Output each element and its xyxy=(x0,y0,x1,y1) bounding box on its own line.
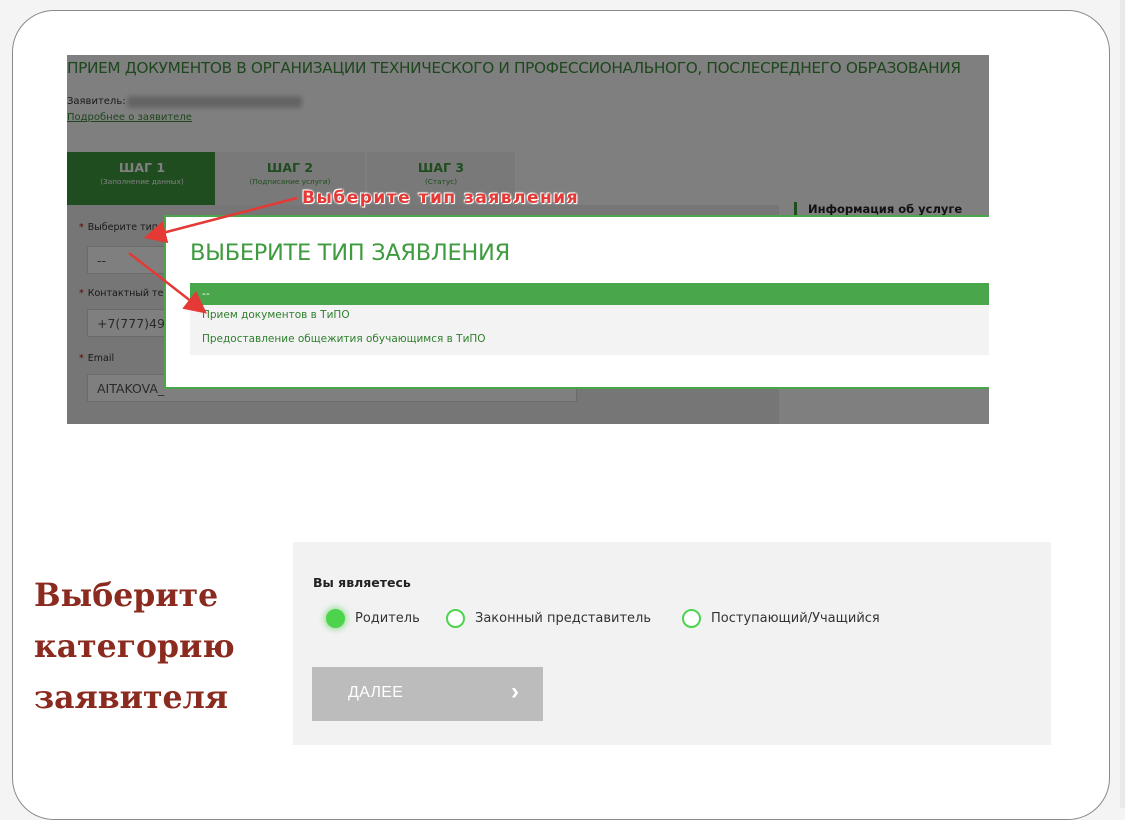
radio-parent[interactable]: Родитель xyxy=(326,608,420,628)
chevron-right-icon: › xyxy=(511,678,519,705)
annotation-arrows xyxy=(128,196,298,314)
arrow-to-option xyxy=(128,252,207,314)
applicant-category-panel: Вы являетесь Родитель Законный представи… xyxy=(293,542,1051,745)
radio-label: Законный представитель xyxy=(475,610,652,626)
category-caption: Выберите категорию заявителя xyxy=(34,570,235,723)
radio-dot xyxy=(446,608,465,628)
caption-line: Выберите xyxy=(34,577,219,614)
radio-applicant-student[interactable]: Поступающий/Учащийся xyxy=(682,608,880,628)
applicant-question: Вы являетесь xyxy=(313,575,411,590)
radio-dot xyxy=(682,608,701,628)
radio-legal-representative[interactable]: Законный представитель xyxy=(446,608,651,628)
radio-label: Родитель xyxy=(355,610,420,626)
next-button-label: ДАЛЕЕ xyxy=(348,684,404,701)
screenshot-application-form: ПРИЕМ ДОКУМЕНТОВ В ОРГАНИЗАЦИИ ТЕХНИЧЕСК… xyxy=(67,55,989,424)
next-button[interactable]: ДАЛЕЕ › xyxy=(312,667,543,721)
caption-line: категорию xyxy=(34,628,235,665)
scroll-edge xyxy=(1120,0,1125,808)
arrow-to-type-field xyxy=(143,196,298,244)
radio-dot xyxy=(326,608,345,628)
radio-label: Поступающий/Учащийся xyxy=(711,610,880,626)
caption-line: заявителя xyxy=(34,679,229,716)
